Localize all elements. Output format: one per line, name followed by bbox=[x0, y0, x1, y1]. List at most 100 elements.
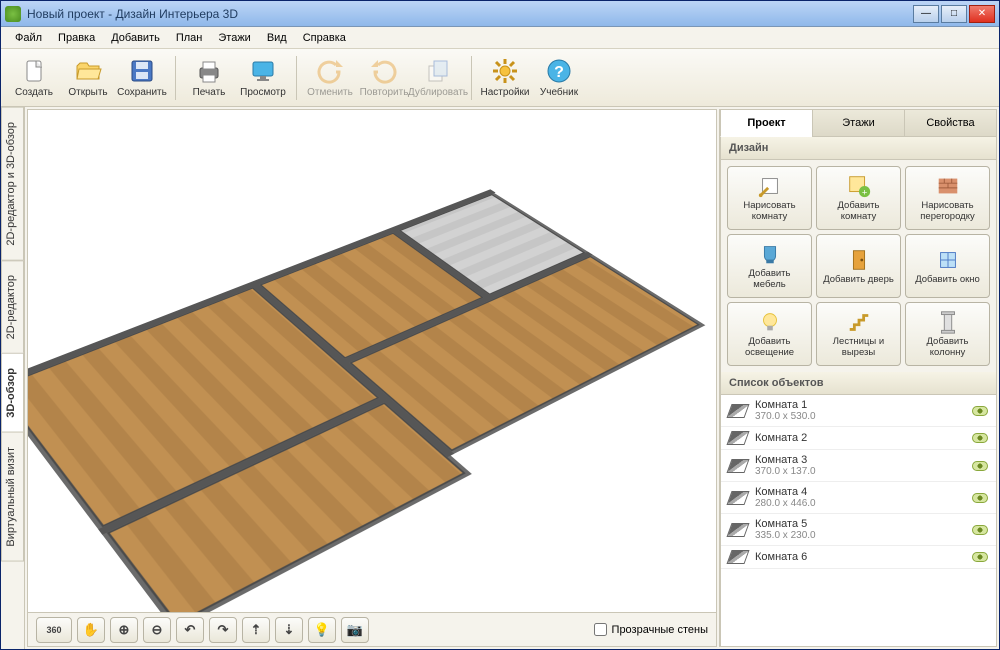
design-btn-stairs[interactable]: Лестницы и вырезы bbox=[816, 302, 901, 366]
design-btn-addlight[interactable]: Добавить освещение bbox=[727, 302, 812, 366]
design-btn-addwin[interactable]: Добавить окно bbox=[905, 234, 990, 298]
settings-button[interactable]: Настройки bbox=[478, 52, 532, 104]
stairs-icon bbox=[846, 309, 872, 335]
panel-tab-floors[interactable]: Этажи bbox=[812, 109, 905, 137]
design-btn-addcol-label: Добавить колонну bbox=[909, 337, 986, 359]
vtab-2d3d[interactable]: 2D-редактор и 3D-обзор bbox=[1, 107, 24, 261]
panel-tab-props[interactable]: Свойства bbox=[904, 109, 997, 137]
panel-body: Дизайн Нарисовать комнату+Добавить комна… bbox=[720, 137, 997, 647]
maximize-button[interactable]: □ bbox=[941, 5, 967, 23]
object-name: Комната 2 bbox=[755, 432, 964, 444]
panel-tabstrip: ПроектЭтажиСвойства bbox=[720, 109, 997, 137]
settings-label: Настройки bbox=[480, 87, 529, 98]
object-list-item[interactable]: Комната 4280.0 x 446.0 bbox=[721, 482, 996, 514]
create-label: Создать bbox=[15, 87, 53, 98]
design-btn-addroom[interactable]: +Добавить комнату bbox=[816, 166, 901, 230]
minimize-button[interactable]: — bbox=[913, 5, 939, 23]
visibility-eye-icon[interactable] bbox=[972, 406, 988, 416]
object-name: Комната 4 bbox=[755, 486, 964, 498]
print-button[interactable]: Печать bbox=[182, 52, 236, 104]
object-name: Комната 6 bbox=[755, 551, 964, 563]
tilt-down-button[interactable]: ⇣ bbox=[275, 617, 303, 643]
design-btn-adddoor[interactable]: Добавить дверь bbox=[816, 234, 901, 298]
panel-tab-project[interactable]: Проект bbox=[720, 109, 813, 137]
view-360-button[interactable]: 360 bbox=[36, 617, 72, 643]
visibility-eye-icon[interactable] bbox=[972, 433, 988, 443]
room-icon bbox=[726, 523, 749, 537]
object-dimensions: 370.0 x 137.0 bbox=[755, 466, 964, 477]
canvas-area: 360✋⊕⊖↶↷⇡⇣💡📷 Прозрачные стены bbox=[27, 109, 717, 647]
menu-план[interactable]: План bbox=[168, 29, 211, 47]
menu-добавить[interactable]: Добавить bbox=[103, 29, 168, 47]
vtab-3d[interactable]: 3D-обзор bbox=[1, 353, 24, 433]
menu-файл[interactable]: Файл bbox=[7, 29, 50, 47]
visibility-eye-icon[interactable] bbox=[972, 493, 988, 503]
design-btn-drawroom[interactable]: Нарисовать комнату bbox=[727, 166, 812, 230]
transparent-walls-label: Прозрачные стены bbox=[612, 624, 708, 636]
undo-button: Отменить bbox=[303, 52, 357, 104]
redo-icon bbox=[370, 57, 398, 85]
window-title: Новый проект - Дизайн Интерьера 3D bbox=[27, 7, 913, 21]
object-list-item[interactable]: Комната 1370.0 x 530.0 bbox=[721, 395, 996, 427]
object-dimensions: 335.0 x 230.0 bbox=[755, 530, 964, 541]
design-btn-drawroom-label: Нарисовать комнату bbox=[731, 201, 808, 223]
object-name: Комната 1 bbox=[755, 399, 964, 411]
object-list-item[interactable]: Комната 3370.0 x 137.0 bbox=[721, 450, 996, 482]
left-tabstrip: 2D-редактор и 3D-обзор2D-редактор3D-обзо… bbox=[1, 107, 25, 649]
object-dimensions: 280.0 x 446.0 bbox=[755, 498, 964, 509]
save-label: Сохранить bbox=[117, 87, 167, 98]
vtab-2d[interactable]: 2D-редактор bbox=[1, 260, 24, 354]
menu-этажи[interactable]: Этажи bbox=[210, 29, 258, 47]
titlebar: Новый проект - Дизайн Интерьера 3D — □ ✕ bbox=[1, 1, 999, 27]
transparent-walls-toggle[interactable]: Прозрачные стены bbox=[594, 623, 708, 636]
tutorial-button[interactable]: ? Учебник bbox=[532, 52, 586, 104]
visibility-eye-icon[interactable] bbox=[972, 525, 988, 535]
menu-вид[interactable]: Вид bbox=[259, 29, 295, 47]
close-button[interactable]: ✕ bbox=[969, 5, 995, 23]
rotate-right-button[interactable]: ↷ bbox=[209, 617, 237, 643]
save-button[interactable]: Сохранить bbox=[115, 52, 169, 104]
3d-viewport[interactable] bbox=[28, 110, 716, 612]
zoom-in-button[interactable]: ⊕ bbox=[110, 617, 138, 643]
camera-button[interactable]: 📷 bbox=[341, 617, 369, 643]
room-icon bbox=[726, 431, 749, 445]
svg-text:?: ? bbox=[554, 64, 564, 81]
dup-button: Дублировать bbox=[411, 52, 465, 104]
preview-button[interactable]: Просмотр bbox=[236, 52, 290, 104]
object-list-item[interactable]: Комната 5335.0 x 230.0 bbox=[721, 514, 996, 546]
design-btn-addfurn[interactable]: Добавить мебель bbox=[727, 234, 812, 298]
design-btn-adddoor-label: Добавить дверь bbox=[823, 275, 894, 286]
main-toolbar: Создать ОткрытьСохранить Печать Просмотр Отм… bbox=[1, 49, 999, 107]
rotate-left-button[interactable]: ↶ bbox=[176, 617, 204, 643]
object-list-item[interactable]: Комната 2 bbox=[721, 427, 996, 450]
light-button[interactable]: 💡 bbox=[308, 617, 336, 643]
visibility-eye-icon[interactable] bbox=[972, 461, 988, 471]
open-button[interactable]: Открыть bbox=[61, 52, 115, 104]
new-file-icon bbox=[20, 57, 48, 85]
room-icon bbox=[726, 459, 749, 473]
design-btn-drawwall[interactable]: Нарисовать перегородку bbox=[905, 166, 990, 230]
tutorial-label: Учебник bbox=[540, 87, 578, 98]
design-btn-addcol[interactable]: Добавить колонну bbox=[905, 302, 990, 366]
menu-правка[interactable]: Правка bbox=[50, 29, 103, 47]
create-button[interactable]: Создать bbox=[7, 52, 61, 104]
tilt-up-button[interactable]: ⇡ bbox=[242, 617, 270, 643]
svg-text:+: + bbox=[861, 187, 866, 197]
zoom-out-button[interactable]: ⊖ bbox=[143, 617, 171, 643]
chair-icon bbox=[757, 241, 783, 267]
design-btn-addwin-label: Добавить окно bbox=[915, 275, 980, 286]
print-label: Печать bbox=[193, 87, 226, 98]
undo-icon bbox=[316, 57, 344, 85]
preview-label: Просмотр bbox=[240, 87, 286, 98]
gear-icon bbox=[491, 57, 519, 85]
menu-справка[interactable]: Справка bbox=[295, 29, 354, 47]
vtab-vr[interactable]: Виртуальный визит bbox=[1, 432, 24, 562]
object-list[interactable]: Комната 1370.0 x 530.0 Комната 2 Комната 3… bbox=[721, 395, 996, 646]
undo-label: Отменить bbox=[307, 87, 353, 98]
monitor-icon bbox=[249, 57, 277, 85]
object-list-item[interactable]: Комната 6 bbox=[721, 546, 996, 569]
app-window: Новый проект - Дизайн Интерьера 3D — □ ✕… bbox=[0, 0, 1000, 650]
pan-button[interactable]: ✋ bbox=[77, 617, 105, 643]
transparent-walls-checkbox[interactable] bbox=[594, 623, 607, 636]
visibility-eye-icon[interactable] bbox=[972, 552, 988, 562]
